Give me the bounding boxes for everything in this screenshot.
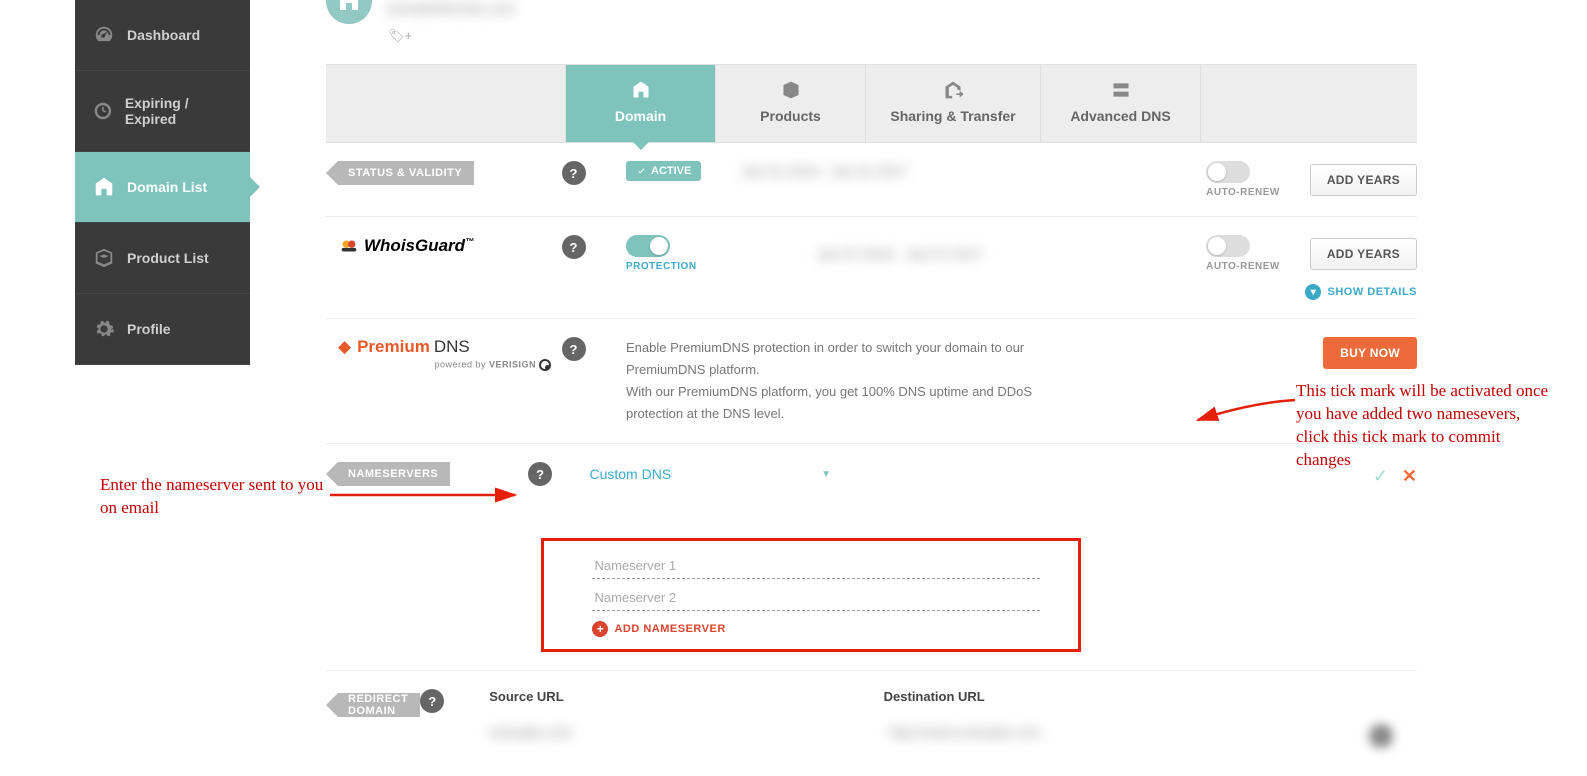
server-icon (1111, 80, 1131, 100)
add-years-button[interactable]: ADD YEARS (1310, 164, 1417, 196)
sidebar: Dashboard Expiring / Expired Domain List… (75, 0, 250, 365)
sidebar-item-dashboard[interactable]: Dashboard (75, 0, 250, 71)
gauge-icon (93, 24, 115, 46)
whois-dates-blurred: Jan 01 2016 - Jan 01 2017 (817, 246, 984, 262)
toggle-caption: PROTECTION (626, 261, 697, 272)
tabs: Domain Products Sharing & Transfer Advan… (326, 64, 1417, 143)
dest-url-header: Destination URL (884, 689, 985, 704)
section-status: STATUS & VALIDITY ? ACTIVE Jan 01 2016 -… (326, 143, 1417, 217)
sidebar-item-domain-list[interactable]: Domain List (75, 152, 250, 223)
help-status[interactable]: ? (562, 161, 586, 185)
whoisguard-label: WhoisGuard™ (364, 236, 474, 256)
section-nameservers: NAMESERVERS ? Custom DNS ▼ + ADD NAMESER… (326, 444, 1417, 671)
plus-icon: + (592, 621, 608, 637)
box-icon (93, 247, 115, 269)
premiumdns-label: ◆ PremiumDNS (338, 337, 551, 357)
active-badge: ACTIVE (626, 161, 701, 181)
status-chip: STATUS & VALIDITY (338, 161, 474, 185)
check-icon (636, 166, 647, 177)
sidebar-item-expiring[interactable]: Expiring / Expired (75, 71, 250, 152)
sidebar-item-product-list[interactable]: Product List (75, 223, 250, 294)
verisign-icon (539, 359, 551, 371)
tab-domain[interactable]: Domain (566, 65, 716, 142)
show-details-link[interactable]: ▾ SHOW DETAILS (1305, 284, 1417, 300)
tab-label: Products (760, 108, 821, 124)
tab-sharing[interactable]: Sharing & Transfer (866, 65, 1041, 142)
tab-advanced-dns[interactable]: Advanced DNS (1041, 65, 1201, 142)
section-whoisguard: WhoisGuard™ ? PROTECTION Jan 01 2016 - J… (326, 217, 1417, 319)
tab-label: Sharing & Transfer (890, 108, 1015, 124)
add-years-button-whois[interactable]: ADD YEARS (1310, 238, 1417, 270)
nameservers-chip: NAMESERVERS (338, 462, 450, 486)
status-dates-blurred: Jan 01 2016 - Jan 01 2017 (741, 163, 908, 179)
tab-products[interactable]: Products (716, 65, 866, 142)
add-nameserver-button[interactable]: + ADD NAMESERVER (592, 621, 1040, 637)
source-url-header: Source URL (489, 689, 563, 704)
gear-icon (93, 318, 115, 340)
dns-type-select[interactable]: Custom DNS ▼ (589, 462, 831, 486)
whoisguard-icon (338, 235, 360, 257)
help-premium[interactable]: ? (562, 337, 586, 361)
home-icon (93, 176, 115, 198)
annotation-right: This tick mark will be activated once yo… (1296, 380, 1556, 472)
tag-add-icon[interactable]: 🏷+ (388, 28, 1417, 44)
redirect-chip: REDIRECT DOMAIN (338, 693, 420, 717)
chevron-down-icon: ▾ (1305, 284, 1321, 300)
buy-now-button[interactable]: BUY NOW (1323, 337, 1417, 369)
redirect-action-blurred (1369, 724, 1393, 748)
box-icon (781, 80, 801, 100)
sidebar-item-profile[interactable]: Profile (75, 294, 250, 365)
toggle-caption: AUTO-RENEW (1206, 187, 1280, 198)
help-whois[interactable]: ? (562, 235, 586, 259)
help-ns[interactable]: ? (528, 462, 552, 486)
annotation-arrow-left (330, 485, 530, 515)
dest-url-blurred: http://www.example.com (889, 724, 1149, 748)
autorenew-toggle-status[interactable] (1206, 161, 1250, 183)
tab-label: Domain (615, 108, 666, 124)
sidebar-label: Expiring / Expired (125, 95, 232, 127)
section-redirect: REDIRECT DOMAIN ? Source URL Destination… (326, 671, 1417, 776)
annotation-left: Enter the nameserver sent to you on emai… (100, 474, 330, 520)
nameserver-2-input[interactable] (592, 585, 1040, 611)
protection-toggle[interactable] (626, 235, 670, 257)
sidebar-label: Product List (127, 250, 209, 266)
source-url-blurred: example.com (489, 724, 669, 748)
caret-down-icon: ▼ (821, 469, 831, 480)
domain-name-blurred: exampledomain.com (386, 0, 515, 16)
diamond-icon: ◆ (338, 337, 351, 357)
home-icon (631, 80, 651, 100)
toggle-caption: AUTO-RENEW (1206, 261, 1280, 272)
main-panel: exampledomain.com 🏷+ Domain Products Sha… (326, 0, 1417, 776)
tab-label: Advanced DNS (1070, 108, 1170, 124)
nameserver-1-input[interactable] (592, 553, 1040, 579)
premium-description: Enable PremiumDNS protection in order to… (626, 337, 1087, 425)
powered-by: powered by VERISIGN (338, 359, 551, 371)
autorenew-toggle-whois[interactable] (1206, 235, 1250, 257)
sidebar-label: Domain List (127, 179, 207, 195)
sidebar-label: Profile (127, 321, 171, 337)
sidebar-label: Dashboard (127, 27, 200, 43)
clock-icon (93, 100, 113, 122)
transfer-icon (943, 80, 963, 100)
nameserver-input-box: + ADD NAMESERVER (541, 538, 1081, 652)
annotation-arrow-right (1190, 395, 1300, 435)
